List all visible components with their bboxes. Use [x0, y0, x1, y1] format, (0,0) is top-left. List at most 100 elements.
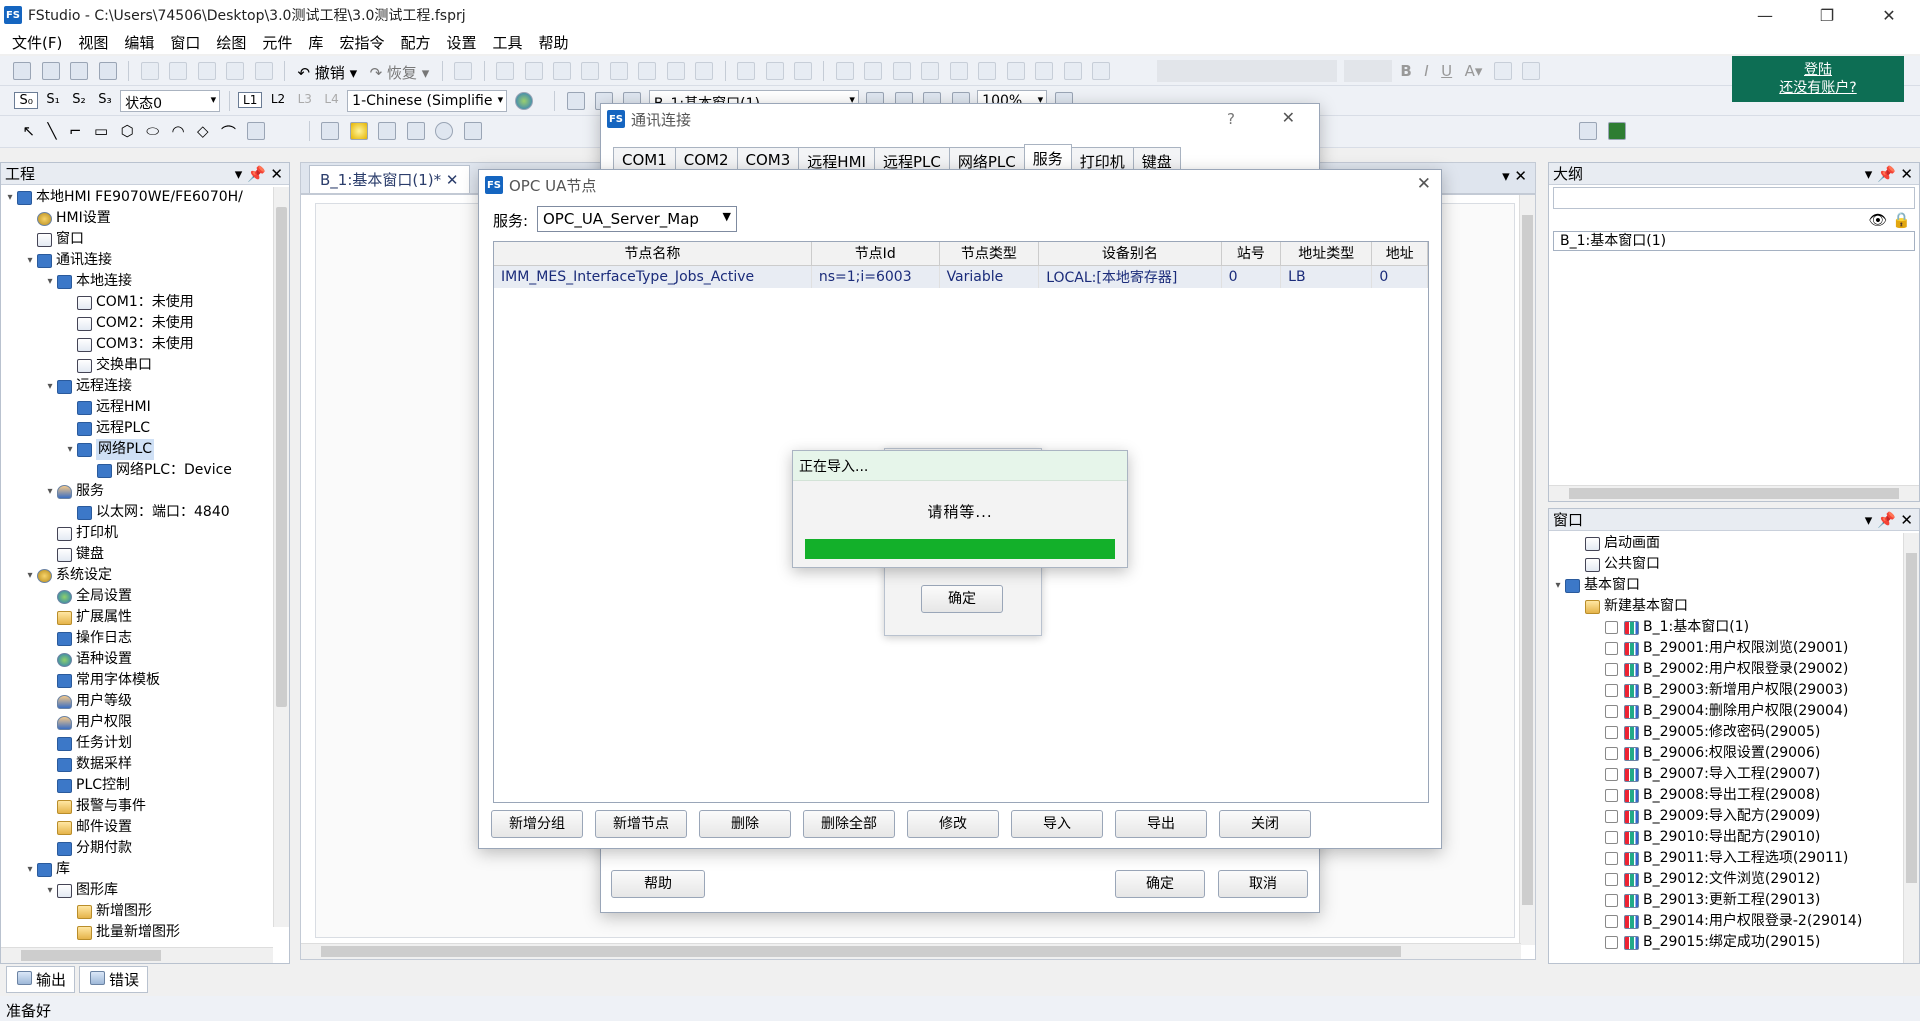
screen-list-item[interactable]: B_29010:导出配方(29010): [1549, 827, 1901, 848]
screen-list-item[interactable]: B_29014:用户权限登录-2(29014): [1549, 911, 1901, 932]
tree-item[interactable]: 远程PLC: [1, 418, 271, 439]
menu-item[interactable]: 库: [300, 32, 331, 53]
keypad-element-icon[interactable]: [406, 122, 425, 140]
delete-all-button[interactable]: 删除全部: [803, 810, 895, 838]
send-back-icon[interactable]: [864, 62, 883, 80]
same-size-icon[interactable]: [794, 62, 813, 80]
tree-toggle-icon[interactable]: ▾: [1553, 575, 1563, 596]
menu-item[interactable]: 窗口: [162, 32, 208, 53]
open-file-icon[interactable]: [41, 62, 60, 80]
italic-icon[interactable]: I: [1420, 62, 1432, 80]
menu-item[interactable]: 工具: [484, 32, 530, 53]
modify-button[interactable]: 修改: [907, 810, 999, 838]
tree-item[interactable]: 用户权限: [1, 712, 271, 733]
panel-controls[interactable]: ▾ 📌 ✕: [1865, 165, 1913, 183]
tree-item[interactable]: 扩展属性: [1, 607, 271, 628]
tree-item[interactable]: ▾ 系统设定: [1, 565, 271, 586]
tree-toggle-icon[interactable]: ▾: [25, 859, 35, 880]
bold-icon[interactable]: B: [1396, 62, 1415, 80]
curve-icon[interactable]: ⌒: [217, 122, 240, 143]
bring-front-icon[interactable]: [835, 62, 854, 80]
pointer-icon[interactable]: ↖: [18, 122, 39, 140]
column-header[interactable]: 设备别名: [1038, 242, 1222, 266]
delete-button[interactable]: 删除: [699, 810, 791, 838]
service-select[interactable]: OPC_UA_Server_Map ▼: [537, 206, 737, 232]
menu-item[interactable]: 元件: [254, 32, 300, 53]
tree-item[interactable]: 新建基本窗口: [1549, 596, 1901, 617]
window-vscroll[interactable]: [1903, 533, 1919, 963]
font-combo[interactable]: [1157, 60, 1338, 82]
lock-icon[interactable]: [1063, 62, 1082, 80]
add-node-button[interactable]: 新增节点: [595, 810, 687, 838]
ellipse-icon[interactable]: ⬭: [142, 122, 163, 140]
paste-icon[interactable]: [197, 62, 216, 80]
menu-item[interactable]: 配方: [392, 32, 438, 53]
help-button[interactable]: 帮助: [611, 870, 705, 898]
project-hscroll[interactable]: [1, 947, 273, 963]
screen-checkbox[interactable]: [1605, 894, 1618, 907]
align-left-icon[interactable]: [496, 62, 515, 80]
screen-checkbox[interactable]: [1605, 663, 1618, 676]
outline-filter-input[interactable]: [1553, 187, 1915, 209]
tree-item[interactable]: 邮件设置: [1, 817, 271, 838]
editor-vscroll[interactable]: [1519, 195, 1535, 945]
tree-item[interactable]: ▾ 图形库: [1, 880, 271, 901]
font-color-icon[interactable]: A▾: [1461, 62, 1487, 80]
lock-icon[interactable]: 🔒: [1892, 211, 1911, 229]
line-icon[interactable]: ╲: [43, 122, 60, 140]
screen-list-item[interactable]: B_29012:文件浏览(29012): [1549, 869, 1901, 890]
bring-forward-icon[interactable]: [892, 62, 911, 80]
screen-list-item[interactable]: B_29008:导出工程(29008): [1549, 785, 1901, 806]
same-height-icon[interactable]: [765, 62, 784, 80]
copy-icon[interactable]: [169, 62, 188, 80]
tree-item[interactable]: ▾ 本地HMI FE9070WE/FE6070H/: [1, 187, 271, 208]
column-header[interactable]: 节点类型: [939, 242, 1040, 266]
state-s3-button[interactable]: S₃: [94, 92, 115, 107]
screen-list-item[interactable]: B_29005:修改密码(29005): [1549, 722, 1901, 743]
panel-controls[interactable]: ▾ 📌 ✕: [235, 165, 283, 183]
project-vscroll[interactable]: [273, 187, 289, 927]
tree-item[interactable]: COM3：未使用: [1, 334, 271, 355]
close-icon[interactable]: ✕: [1417, 174, 1431, 194]
close-button[interactable]: 关闭: [1219, 810, 1311, 838]
chip-icon[interactable]: [1607, 122, 1626, 140]
cancel-button[interactable]: 取消: [1218, 870, 1308, 898]
polyline-icon[interactable]: ⌐: [65, 122, 86, 140]
editor-hscroll[interactable]: [301, 943, 1521, 959]
lock-all-icon[interactable]: [1092, 62, 1111, 80]
tree-toggle-icon[interactable]: ▾: [65, 439, 75, 460]
panel-controls[interactable]: ▾ 📌 ✕: [1865, 511, 1913, 529]
align-right-icon[interactable]: [552, 62, 571, 80]
tree-item[interactable]: 操作日志: [1, 628, 271, 649]
rotate-icon[interactable]: [978, 62, 997, 80]
tree-item[interactable]: 用户等级: [1, 691, 271, 712]
tree-toggle-icon[interactable]: ▾: [25, 565, 35, 586]
screen-checkbox[interactable]: [1605, 621, 1618, 634]
lang-l2-button[interactable]: L2: [267, 92, 289, 106]
button-element-icon[interactable]: [321, 122, 340, 140]
outline-item[interactable]: B_1:基本窗口(1): [1553, 231, 1915, 251]
lamp-element-icon[interactable]: [349, 122, 368, 140]
tree-item[interactable]: 公共窗口: [1549, 554, 1901, 575]
group-icon[interactable]: [1006, 62, 1025, 80]
paste-special-icon[interactable]: [226, 62, 245, 80]
screen-list-item[interactable]: B_29007:导入工程(29007): [1549, 764, 1901, 785]
tree-item[interactable]: 数据采样: [1, 754, 271, 775]
screen-checkbox[interactable]: [1605, 831, 1618, 844]
screen-list-item[interactable]: B_29002:用户权限登录(29002): [1549, 659, 1901, 680]
state-s2-button[interactable]: S₂: [68, 92, 89, 107]
state-combo[interactable]: 状态0: [120, 90, 221, 112]
flip-icon[interactable]: [949, 62, 968, 80]
tree-item[interactable]: 语种设置: [1, 649, 271, 670]
screen-list-item[interactable]: B_29009:导入配方(29009): [1549, 806, 1901, 827]
column-header[interactable]: 站号: [1221, 242, 1282, 266]
tree-item[interactable]: 交换串口: [1, 355, 271, 376]
align-bottom-icon[interactable]: [638, 62, 657, 80]
menu-item[interactable]: 设置: [438, 32, 484, 53]
menu-item[interactable]: 宏指令: [331, 32, 392, 53]
help-icon[interactable]: ?: [1227, 110, 1235, 128]
outline-hscroll[interactable]: [1549, 485, 1919, 501]
tree-item[interactable]: 浏览图形库: [1, 943, 271, 945]
save-all-icon[interactable]: [98, 62, 117, 80]
tree-item[interactable]: 批量新增图形: [1, 922, 271, 943]
